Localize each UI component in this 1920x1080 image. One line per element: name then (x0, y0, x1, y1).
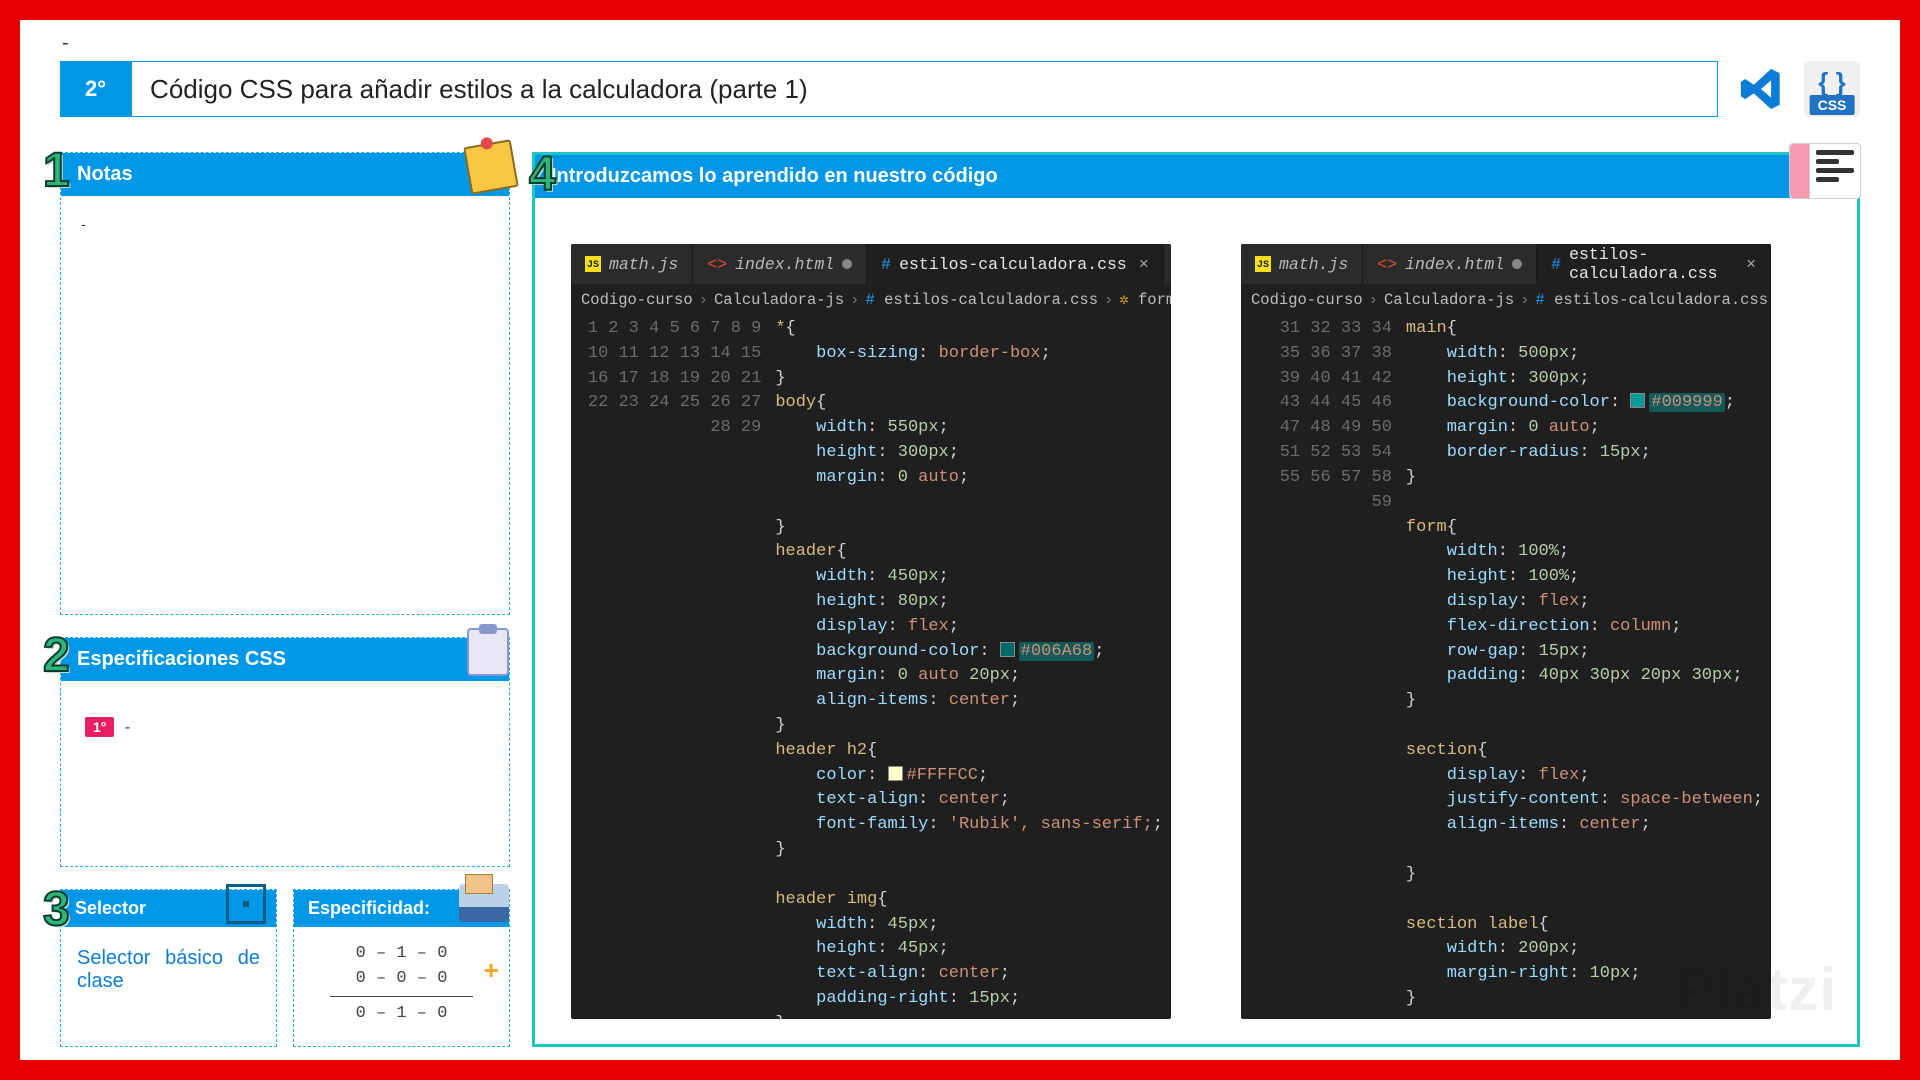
css-spec-panel: 2 Especificaciones CSS 1° - (60, 637, 510, 867)
html-icon: <> (1377, 255, 1397, 274)
code-editor-icon (1789, 143, 1861, 199)
notes-header: Notas (61, 153, 509, 196)
unsaved-dot-icon (842, 259, 852, 269)
editor-tab-js[interactable]: JSmath.js (1241, 244, 1363, 284)
code-header: Introduzcamos lo aprendido en nuestro có… (535, 155, 1857, 198)
scale-icon (459, 884, 507, 932)
sticky-note-icon (467, 143, 515, 191)
editor-tab-html[interactable]: <>index.html (693, 244, 867, 284)
specificity-panel: Especificidad: 0 – 1 – 0 0 – 0 – 0 0 – 1… (293, 889, 510, 1048)
unsaved-dot-icon (1512, 259, 1522, 269)
close-tab-icon[interactable]: × (1746, 255, 1756, 274)
vscode-icon (1736, 64, 1786, 114)
specificity-body: 0 – 1 – 0 0 – 0 – 0 0 – 1 – 0 + (294, 927, 509, 1031)
editor-tab-js[interactable]: JSmath.js (571, 244, 693, 284)
plus-icon: + (483, 953, 499, 992)
html-icon: <> (707, 255, 727, 274)
page-title: Código CSS para añadir estilos a la calc… (131, 61, 1718, 117)
degree-badge: 2° (60, 61, 131, 117)
editor-tab-css[interactable]: #estilos-calculadora.css× (867, 244, 1164, 284)
section-number-4: 4 (529, 147, 556, 202)
spec-order-badge: 1° (85, 717, 114, 737)
js-icon: JS (1255, 256, 1271, 272)
dash-top: - (62, 32, 1860, 55)
clipboard-icon (467, 628, 515, 676)
code-editor-right: JSmath.js<>index.html#estilos-calculador… (1241, 244, 1771, 1019)
code-panel: 4 Introduzcamos lo aprendido en nuestro … (532, 152, 1860, 1047)
code-body[interactable]: *{ box-sizing: border-box; } body{ width… (775, 315, 1171, 1019)
editor-tab-html[interactable]: <>index.html (1363, 244, 1537, 284)
editor-breadcrumb[interactable]: Codigo-curso›Calculadora-js›# estilos-ca… (1241, 284, 1771, 315)
section-number-1: 1 (43, 143, 70, 198)
code-editor-left: JSmath.js<>index.html#estilos-calculador… (571, 244, 1171, 1019)
editor-tab-css[interactable]: #estilos-calculadora.css× (1537, 244, 1771, 284)
target-icon (226, 884, 274, 932)
css-spec-body: 1° - (61, 681, 509, 773)
top-bar: 2° Código CSS para añadir estilos a la c… (60, 61, 1860, 117)
close-tab-icon[interactable]: × (1139, 255, 1149, 274)
notes-body: - (61, 196, 509, 252)
css-icon: # (881, 255, 891, 274)
selector-panel: 3 Selector Selector básico de clase (60, 889, 277, 1048)
js-icon: JS (585, 256, 601, 272)
editor-breadcrumb[interactable]: Codigo-curso›Calculadora-js›# estilos-ca… (571, 284, 1171, 315)
selector-body: Selector básico de clase (61, 927, 276, 1001)
notes-panel: 1 Notas - (60, 152, 510, 615)
css-spec-header: Especificaciones CSS (61, 638, 509, 681)
css-file-icon: { } CSS (1804, 61, 1860, 117)
code-body[interactable]: main{ width: 500px; height: 300px; backg… (1406, 315, 1771, 1019)
section-number-2: 2 (43, 628, 70, 683)
section-number-3: 3 (43, 882, 70, 937)
css-icon: # (1551, 255, 1561, 274)
